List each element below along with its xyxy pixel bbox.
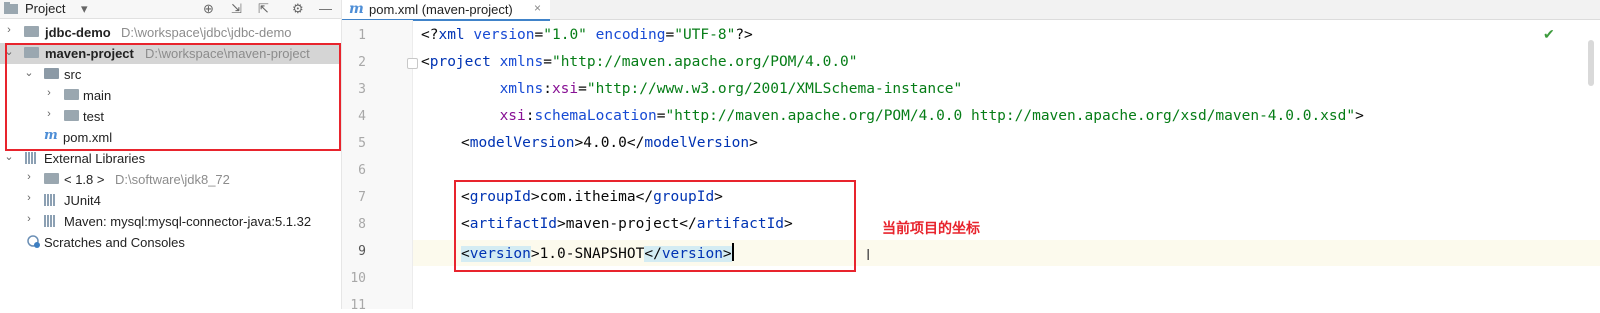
tree-item-scratches[interactable]: Scratches and Consoles xyxy=(0,232,341,253)
code-line-1: <?xml version="1.0" encoding="UTF-8"?> xyxy=(421,27,753,43)
library-icon xyxy=(44,215,58,227)
highlight-box-coordinates xyxy=(454,180,856,272)
editor: m pom.xml (maven-project) × 1 2 3 4 5 6 … xyxy=(342,0,1600,313)
scratches-icon xyxy=(27,235,41,252)
line-number-gutter: 1 2 3 4 5 6 7 8 9 10 11 xyxy=(342,20,413,313)
tree-item-junit4[interactable]: › JUnit4 xyxy=(0,190,341,211)
line-number: 3 xyxy=(358,82,366,97)
library-icon xyxy=(25,152,39,164)
gear-icon[interactable]: ⚙ xyxy=(292,1,304,17)
line-number: 5 xyxy=(358,136,366,151)
code-line-5: <modelVersion>4.0.0</modelVersion> xyxy=(461,135,758,151)
inspection-ok-icon[interactable]: ✔ xyxy=(1543,26,1555,43)
project-view-icon xyxy=(4,2,18,17)
line-number: 4 xyxy=(358,109,366,124)
tree-item-label: Scratches and Consoles xyxy=(44,235,185,250)
close-icon[interactable]: × xyxy=(534,1,541,15)
tree-item-label: External Libraries xyxy=(44,151,146,166)
tree-item-external-libraries[interactable]: ⌄ External Libraries xyxy=(0,148,341,169)
maven-file-icon: m xyxy=(349,1,364,17)
annotation-label: 当前项目的坐标 xyxy=(882,220,980,236)
chevron-right-icon[interactable]: › xyxy=(4,24,14,36)
chevron-right-icon[interactable]: › xyxy=(24,213,34,225)
line-number: 7 xyxy=(358,190,366,205)
line-number: 2 xyxy=(358,55,366,70)
line-number: 10 xyxy=(350,271,366,286)
line-number: 8 xyxy=(358,217,366,232)
line-number: 9 xyxy=(358,244,366,259)
project-toolbar: Project ▾ ⊕ ⇲ ⇱ ⚙ — xyxy=(0,0,341,19)
chevron-down-icon[interactable]: ⌄ xyxy=(4,150,14,163)
vertical-scrollbar[interactable] xyxy=(1588,40,1594,86)
chevron-right-icon[interactable]: › xyxy=(24,171,34,183)
project-view-title[interactable]: Project xyxy=(25,1,65,16)
tree-item-label: JUnit4 xyxy=(64,193,101,208)
code-line-2: <project xmlns="http://maven.apache.org/… xyxy=(421,54,858,70)
library-icon xyxy=(44,194,58,206)
module-folder-icon xyxy=(24,26,39,37)
tree-item-jdbc-demo[interactable]: › jdbc-demo D:\workspace\jdbc\jdbc-demo xyxy=(0,22,341,43)
tree-item-label: jdbc-demo xyxy=(45,25,111,40)
tree-item-path: D:\software\jdk8_72 xyxy=(115,172,230,187)
tree-item-label: < 1.8 > xyxy=(64,172,105,187)
tree-item-maven-mysql[interactable]: › Maven: mysql:mysql-connector-java:5.1.… xyxy=(0,211,341,232)
collapse-all-icon[interactable]: ⇱ xyxy=(258,1,269,17)
project-tool-window: Project ▾ ⊕ ⇲ ⇱ ⚙ — › jdbc-demo D:\works… xyxy=(0,0,342,309)
line-number: 11 xyxy=(350,298,366,313)
mouse-ibeam-cursor: I xyxy=(866,246,871,264)
line-number: 1 xyxy=(358,28,366,43)
jdk-icon xyxy=(44,173,59,184)
expand-all-icon[interactable]: ⇲ xyxy=(231,1,242,17)
chevron-right-icon[interactable]: › xyxy=(24,192,34,204)
locate-target-icon[interactable]: ⊕ xyxy=(203,1,214,17)
tree-item-jdk[interactable]: › < 1.8 > D:\software\jdk8_72 xyxy=(0,169,341,190)
tree-item-label: Maven: mysql:mysql-connector-java:5.1.32 xyxy=(64,214,312,229)
tab-pom-xml[interactable]: m pom.xml (maven-project) × xyxy=(342,0,550,21)
tab-label: pom.xml (maven-project) xyxy=(369,2,513,17)
code-line-3: xmlns:xsi="http://www.w3.org/2001/XMLSch… xyxy=(421,81,963,97)
tree-item-path: D:\workspace\jdbc\jdbc-demo xyxy=(121,25,292,40)
highlight-box-project xyxy=(5,43,341,151)
minimize-icon[interactable]: — xyxy=(319,1,332,16)
chevron-down-icon[interactable]: ▾ xyxy=(81,1,88,17)
code-line-4: xsi:schemaLocation="http://maven.apache.… xyxy=(421,108,1364,124)
line-number: 6 xyxy=(358,163,366,178)
editor-tab-bar: m pom.xml (maven-project) × xyxy=(342,0,1600,21)
